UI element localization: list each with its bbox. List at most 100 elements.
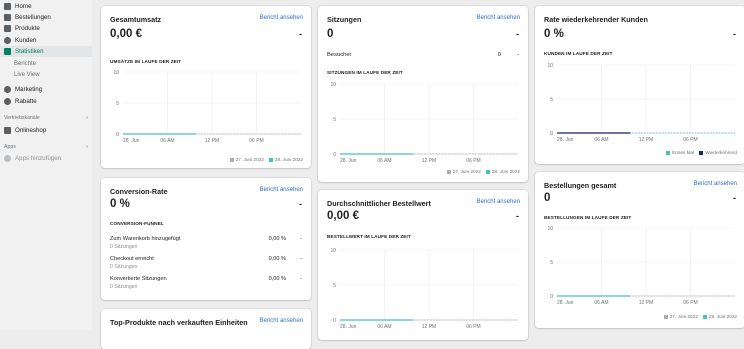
nav-label: Live View [14, 71, 40, 78]
visitors-label: Besucher [327, 52, 352, 58]
card-title: Top-Produkte nach verkauften Einheiten [110, 318, 248, 327]
returning-customers-card: Rate wiederkehrender Kunden 0 % - KUNDEN… [535, 6, 744, 164]
visitors-change: - [517, 52, 519, 58]
x-tick-label: 12 PM [422, 158, 436, 164]
sales-channels-heading[interactable]: Vertriebskanäle › [4, 115, 88, 121]
total-sales-card: Gesamtumsatz Bericht ansehen 0,00 € - UM… [101, 6, 311, 168]
nav-label: Berichte [14, 60, 37, 67]
apps-label: Apps [4, 144, 16, 150]
store-icon [4, 127, 11, 134]
nav-live-view[interactable]: Live View [0, 69, 92, 80]
x-tick-label: 28. Jun [340, 158, 357, 164]
returning-customers-chart: 10 5 0 28. Jun 06 AM 12 PM 06 PM [547, 63, 735, 143]
legend-swatch [485, 169, 490, 174]
view-report-link[interactable]: Bericht ansehen [477, 199, 520, 205]
plus-circle-icon [4, 155, 11, 162]
apps-heading[interactable]: Apps › [4, 144, 88, 150]
view-report-link[interactable]: Bericht ansehen [260, 187, 303, 193]
orders-icon [4, 14, 11, 21]
x-tick-label: 06 AM [377, 324, 391, 330]
card-title: Bestellungen gesamt [544, 181, 617, 190]
nav-analytics[interactable]: Statistiken [0, 46, 92, 57]
nav-customers[interactable]: Kunden [0, 35, 92, 46]
chart-caption: BESTELLWERT IM LAUFE DER ZEIT [327, 234, 411, 239]
nav-home[interactable]: Home [0, 1, 92, 12]
view-report-link[interactable]: Bericht ansehen [477, 15, 520, 21]
x-tick-label: 28. Jun [340, 324, 357, 330]
chart-legend: Erstes Mal Wiederkehrend [666, 150, 737, 155]
change-indicator: - [299, 29, 302, 39]
nav-label: Statistiken [15, 48, 44, 55]
funnel-rate: 0,00 % [268, 256, 286, 262]
nav-reports[interactable]: Berichte [0, 58, 92, 69]
y-tick-label: 5 [116, 101, 119, 107]
funnel-caption: CONVERSION-FUNNEL [110, 221, 164, 226]
x-tick-label: 12 PM [639, 137, 653, 143]
chart-caption: BESTELLUNGEN IM LAUFE DER ZEIT [544, 215, 632, 220]
x-tick-label: 06 PM [683, 300, 697, 306]
y-tick-label: 10 [547, 226, 553, 232]
nav-label: Kunden [15, 37, 37, 44]
x-tick-label: 06 AM [594, 137, 608, 143]
visitors-value: 0 [497, 52, 501, 58]
y-tick-label: 10 [330, 82, 336, 88]
nav-label: Marketing [15, 86, 43, 93]
chart-caption: SITZUNGEN IM LAUFE DER ZEIT [327, 70, 403, 75]
sessions-value: 0 [327, 28, 334, 40]
view-report-link[interactable]: Bericht ansehen [260, 15, 303, 21]
card-title: Rate wiederkehrender Kunden [544, 15, 648, 24]
sessions-chart: 10 5 0 28. Jun 06 AM 12 PM 06 PM [330, 82, 518, 164]
view-report-link[interactable]: Bericht ansehen [260, 318, 303, 324]
x-tick-label: 06 PM [683, 137, 697, 143]
funnel-change: - [300, 276, 302, 282]
card-title: Sitzungen [327, 15, 362, 24]
legend-label: 27. Juni 2022 [669, 314, 698, 319]
x-tick-label: 28. Jun [123, 138, 140, 144]
funnel-step: Zum Warenkorb hinzugefügt [110, 236, 181, 242]
funnel-step: Checkout erreicht [110, 256, 154, 262]
funnel-sessions: 0 Sitzungen [110, 264, 138, 270]
nav-discounts[interactable]: Rabatte [0, 96, 92, 107]
legend-swatch [699, 150, 704, 155]
x-tick-label: 28. Jun [557, 137, 574, 143]
total-sales-value: 0,00 € [110, 28, 142, 40]
nav-products[interactable]: Produkte [0, 23, 92, 34]
card-title: Conversion-Rate [110, 187, 168, 196]
average-order-value-card: Durchschnittlicher Bestellwert Bericht a… [318, 190, 528, 340]
marketing-icon [4, 86, 11, 93]
funnel-change: - [300, 256, 302, 262]
x-tick-label: 28. Jun [557, 300, 574, 306]
y-tick-label: 10 [330, 248, 336, 254]
y-tick-label: 10 [547, 63, 553, 69]
change-indicator: - [733, 29, 736, 39]
nav-label: Rabatte [15, 98, 37, 105]
y-tick-label: 0 [550, 131, 553, 137]
returning-rate-value: 0 % [544, 28, 564, 40]
nav-marketing[interactable]: Marketing [0, 84, 92, 95]
funnel-sessions: 0 Sitzungen [110, 244, 138, 250]
y-tick-label: 0 [333, 318, 336, 324]
legend-swatch [229, 157, 234, 162]
nav-orders[interactable]: Bestellungen [0, 12, 92, 23]
funnel-rate: 0,00 % [268, 236, 286, 242]
legend-swatch [702, 314, 707, 319]
view-report-link[interactable]: Bericht ansehen [694, 181, 737, 187]
chart-caption: UMSÄTZE IM LAUFE DER ZEIT [110, 59, 182, 64]
x-tick-label: 12 PM [422, 324, 436, 330]
total-orders-card: Bestellungen gesamt Bericht ansehen 0 - … [535, 172, 744, 328]
y-tick-label: 5 [333, 117, 336, 123]
change-indicator: - [733, 193, 736, 203]
nav-label: Produkte [15, 25, 40, 32]
conversion-rate-value: 0 % [110, 198, 130, 210]
nav-label: Home [15, 3, 32, 10]
total-orders-value: 0 [544, 192, 551, 204]
y-tick-label: 0 [333, 152, 336, 158]
order-value-chart: 10 5 0 28. Jun 06 AM 12 PM 06 PM [330, 248, 518, 330]
home-icon [4, 3, 11, 10]
nav-add-apps[interactable]: Apps hinzufügen [0, 153, 92, 164]
nav-onlineshop[interactable]: Onlineshop [0, 125, 92, 136]
chevron-right-icon: › [86, 144, 88, 150]
legend-swatch [268, 157, 273, 162]
y-tick-label: 0 [550, 294, 553, 300]
y-tick-label: 10 [113, 70, 119, 76]
